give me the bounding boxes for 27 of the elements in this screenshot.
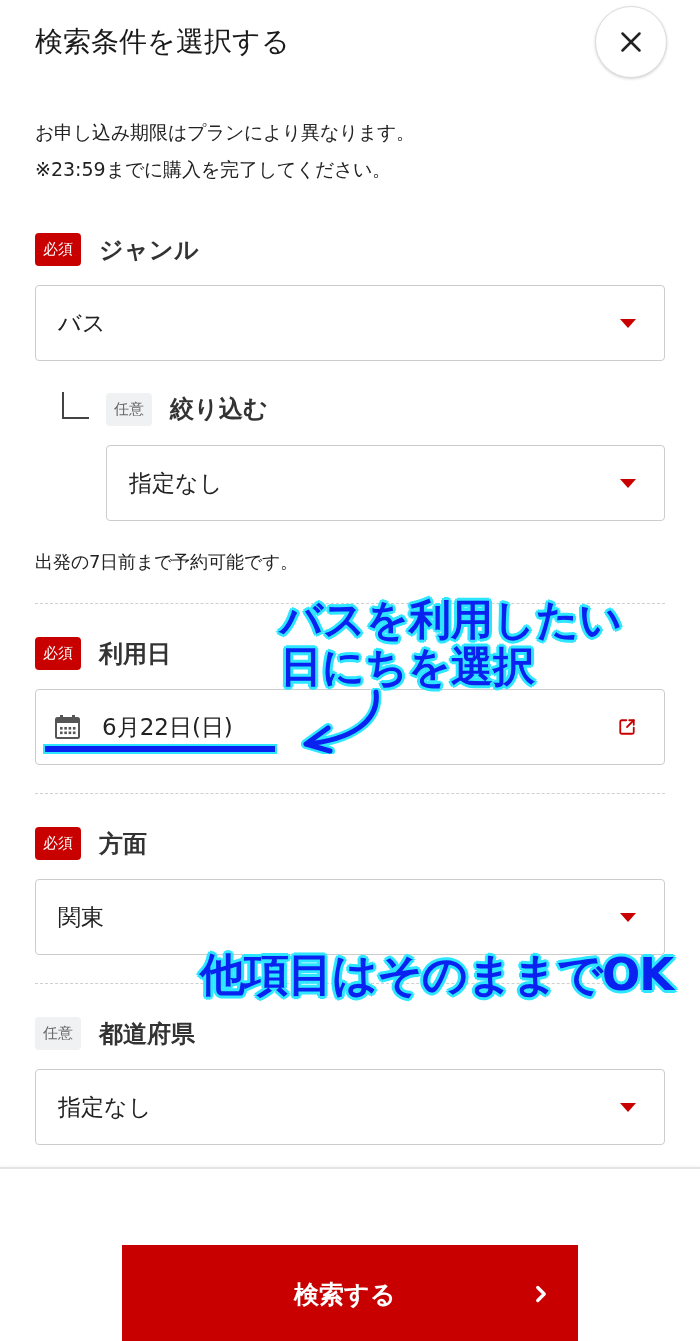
dropdown-caret-icon: [620, 478, 636, 488]
indent-corner-icon: [62, 391, 89, 419]
field-note: 出発の7日前まで予約可能です。: [35, 550, 300, 574]
optional-badge: 任意: [106, 392, 152, 426]
select-field[interactable]: バス: [35, 285, 665, 361]
close-button[interactable]: [595, 6, 667, 78]
notice-text: お申し込み期限はプランにより異なります。 ※23:59までに購入を完了してください。: [35, 120, 416, 182]
field-label: 利用日: [99, 638, 171, 670]
field-label: ジャンル: [99, 234, 199, 266]
dropdown-caret-icon: [620, 1102, 636, 1112]
date-field[interactable]: 6月22日(日): [35, 689, 665, 765]
field-label: 都道府県: [99, 1018, 195, 1050]
optional-badge: 任意: [35, 1017, 81, 1050]
search-button[interactable]: 検索する: [122, 1245, 578, 1341]
required-badge: 必須: [35, 233, 81, 266]
dialog-title: 検索条件を選択する: [35, 24, 290, 60]
select-field[interactable]: 指定なし: [106, 445, 665, 521]
dropdown-caret-icon: [620, 912, 636, 922]
field-label: 絞り込む: [170, 394, 268, 425]
required-badge: 必須: [35, 827, 81, 860]
annotation-callout-text: バスを利用したい 日にちを選択: [280, 596, 622, 690]
select-field[interactable]: 指定なし: [35, 1069, 665, 1145]
field-label: 方面: [99, 828, 147, 860]
dropdown-caret-icon: [620, 318, 636, 328]
required-badge: 必須: [35, 637, 81, 670]
calendar-icon: [55, 715, 80, 739]
external-link-icon: [618, 718, 636, 736]
